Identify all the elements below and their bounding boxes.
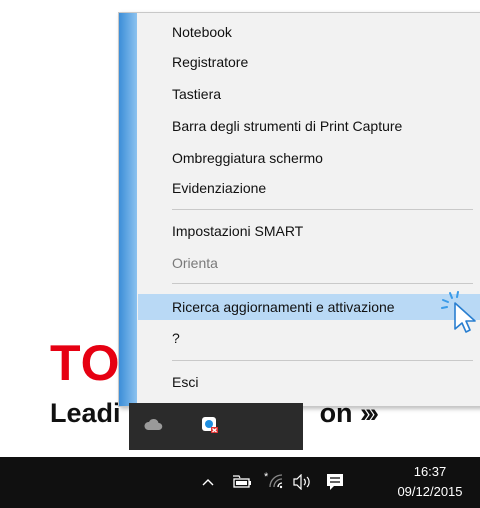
menu-item-evidenziazione[interactable]: Evidenziazione <box>138 176 480 201</box>
menu-item-impostazioni-smart[interactable]: Impostazioni SMART <box>138 219 480 244</box>
tagline-start: Leadi <box>50 398 121 428</box>
wallpaper-logo: TO <box>50 335 121 391</box>
svg-text:*: * <box>264 471 269 483</box>
menu-side-strip <box>119 13 137 406</box>
tray-overflow-flyout <box>129 403 303 450</box>
hand-pointer-cursor-icon <box>441 291 476 333</box>
menu-item-registratore[interactable]: Registratore <box>138 50 480 75</box>
wifi-icon[interactable]: * <box>264 471 284 491</box>
chevron-up-icon[interactable] <box>202 478 214 486</box>
menu-separator <box>172 360 473 361</box>
action-center-icon[interactable] <box>326 473 344 491</box>
menu-item-orienta: Orienta <box>172 255 218 271</box>
menu-separator <box>172 209 473 210</box>
menu-item-ombreggiatura[interactable]: Ombreggiatura schermo <box>138 146 480 171</box>
menu-item-tastiera[interactable]: Tastiera <box>138 82 480 107</box>
battery-icon[interactable] <box>232 475 252 489</box>
menu-item-print-capture[interactable]: Barra degli strumenti di Print Capture <box>138 114 480 139</box>
clock-date: 09/12/2015 <box>397 484 463 499</box>
menu-item-help[interactable]: ? <box>138 326 480 351</box>
speaker-icon[interactable] <box>292 474 314 490</box>
menu-item-esci[interactable]: Esci <box>138 370 480 395</box>
menu-item-notebook[interactable]: Notebook <box>138 20 480 45</box>
taskbar-clock[interactable]: 16:37 09/12/2015 <box>390 462 470 502</box>
taskbar: * 16:37 09/12/2015 <box>0 457 480 508</box>
menu-separator <box>172 283 473 284</box>
clock-time: 16:37 <box>413 464 447 479</box>
onedrive-cloud-icon[interactable] <box>143 417 163 431</box>
context-menu: Notebook Registratore Tastiera Barra deg… <box>118 12 480 407</box>
smart-board-icon[interactable] <box>201 416 219 434</box>
menu-item-ricerca-aggiornamenti[interactable]: Ricerca aggiornamenti e attivazione <box>138 294 480 320</box>
